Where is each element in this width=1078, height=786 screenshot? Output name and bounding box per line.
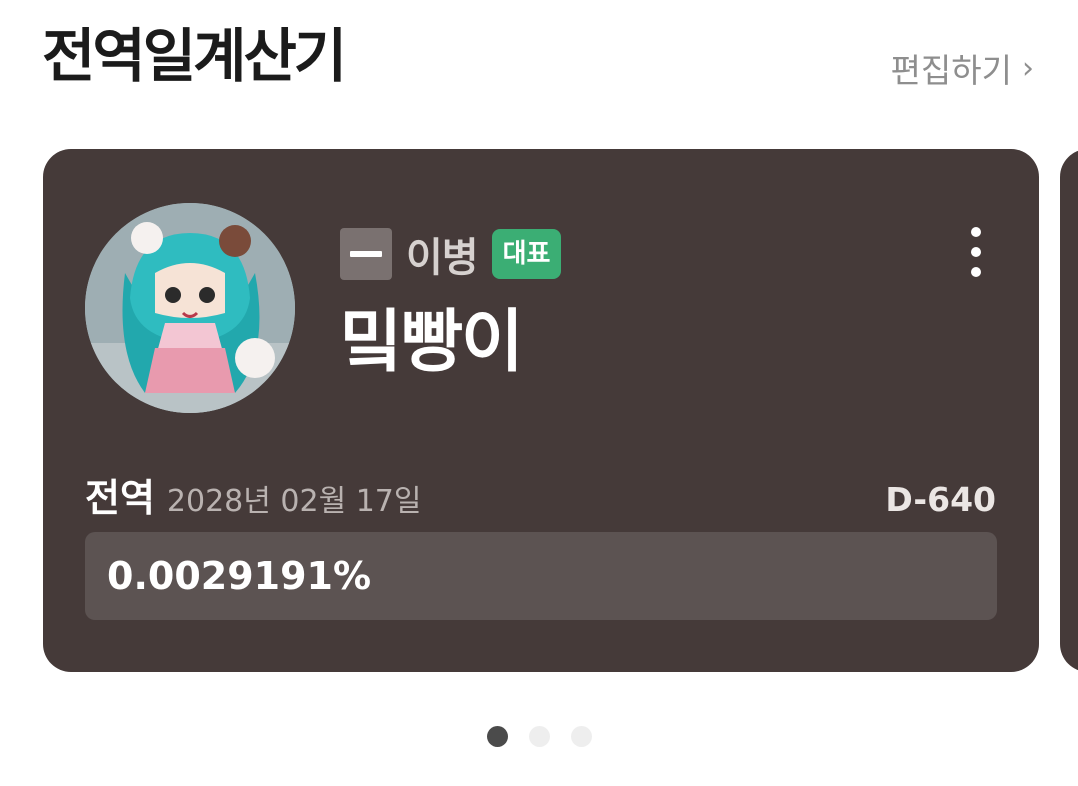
soldier-card[interactable]: 이병 대표 밐빵이 전역 2028년 02월 17일 D-640 0.00291… (43, 149, 1039, 672)
private-rank-icon (340, 228, 392, 280)
page-title: 전역일계산기 (42, 22, 347, 90)
edit-button[interactable]: 편집하기 › (891, 44, 1034, 92)
chevron-right-icon: › (1022, 50, 1034, 86)
rank-label: 이병 (406, 235, 479, 281)
discharge-row: 전역 2028년 02월 17일 D-640 (85, 467, 996, 522)
next-card-peek[interactable] (1060, 149, 1078, 672)
avatar (85, 203, 295, 413)
pagination-dot[interactable] (571, 726, 592, 747)
discharge-label: 전역 (85, 476, 155, 520)
primary-badge: 대표 (491, 229, 562, 279)
soldier-name: 밐빵이 (340, 303, 524, 382)
progress-percent: 0.0029191% (107, 554, 372, 598)
rank-row: 이병 대표 (340, 225, 562, 283)
pagination-dot[interactable] (487, 726, 508, 747)
edit-label: 편집하기 (890, 51, 1012, 90)
pagination-dots (487, 726, 592, 747)
service-progress-bar: 0.0029191% (85, 532, 997, 620)
more-options-icon[interactable] (969, 227, 983, 277)
discharge-calculator-screen: 전역일계산기 편집하기 › 이병 대표 밐빵이 전역 2028년 02월 17일… (0, 0, 1078, 786)
pagination-dot[interactable] (529, 726, 550, 747)
plush-doll-avatar-icon (85, 203, 295, 413)
discharge-date: 2028년 02월 17일 (166, 484, 422, 519)
dday-counter: D-640 (885, 480, 996, 519)
